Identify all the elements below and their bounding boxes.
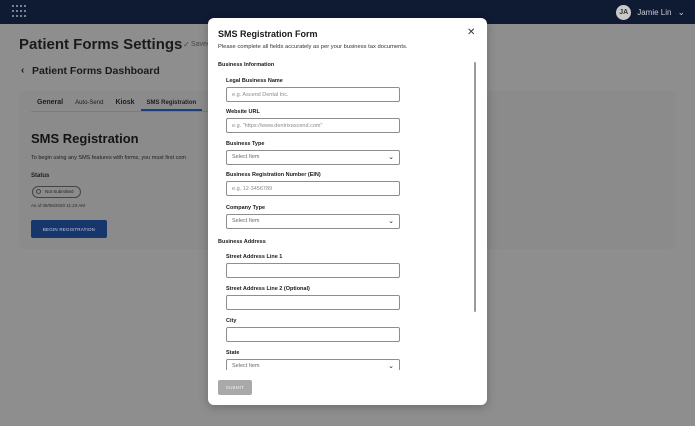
tab-auto-send[interactable]: Auto-Send bbox=[69, 97, 109, 111]
city-input[interactable] bbox=[226, 327, 400, 342]
website-input[interactable] bbox=[226, 118, 400, 133]
chevron-down-icon[interactable]: ⌄ bbox=[677, 7, 685, 18]
sms-description: To begin using any SMS features with for… bbox=[31, 155, 186, 161]
tab-kiosk[interactable]: Kiosk bbox=[109, 97, 140, 111]
street2-input[interactable] bbox=[226, 295, 400, 310]
begin-registration-button[interactable]: BEGIN REGISTRATION bbox=[31, 220, 107, 238]
company-type-value: Select Item bbox=[232, 218, 260, 224]
section-business-address: Business Address bbox=[218, 239, 266, 245]
business-type-value: Select Item bbox=[232, 154, 260, 160]
tab-sms-registration[interactable]: SMS Registration bbox=[140, 97, 203, 111]
sms-registration-title: SMS Registration bbox=[31, 131, 139, 146]
street1-label: Street Address Line 1 bbox=[226, 254, 283, 260]
avatar[interactable]: JA bbox=[616, 4, 632, 20]
street1-input[interactable] bbox=[226, 263, 400, 278]
chevron-down-icon: ⌄ bbox=[388, 218, 394, 225]
back-arrow-icon[interactable]: ‹ bbox=[21, 65, 24, 76]
legal-name-input[interactable] bbox=[226, 87, 400, 102]
city-label: City bbox=[226, 318, 237, 324]
state-label: State bbox=[226, 350, 240, 356]
tab-general[interactable]: General bbox=[31, 97, 69, 111]
state-value: Select Item bbox=[232, 363, 260, 369]
section-business-information: Business Information bbox=[218, 62, 275, 68]
website-label: Website URL bbox=[226, 109, 260, 115]
modal-subtitle: Please complete all fields accurately as… bbox=[218, 44, 408, 50]
ein-input[interactable] bbox=[226, 181, 400, 196]
company-type-label: Company Type bbox=[226, 205, 266, 211]
dashboard-link[interactable]: Patient Forms Dashboard bbox=[32, 65, 160, 77]
ein-label: Business Registration Number (EIN) bbox=[226, 172, 321, 178]
check-icon: ✓ bbox=[183, 40, 190, 49]
submit-button[interactable]: SUBMIT bbox=[218, 380, 252, 395]
user-menu[interactable]: JA Jamie Lin ⌄ bbox=[616, 4, 685, 20]
street2-label: Street Address Line 2 (Optional) bbox=[226, 286, 310, 292]
company-type-select[interactable]: Select Item ⌄ bbox=[226, 214, 400, 229]
modal-title: SMS Registration Form bbox=[218, 29, 318, 39]
state-select[interactable]: Select Item ⌄ bbox=[226, 359, 400, 370]
business-type-label: Business Type bbox=[226, 141, 265, 147]
business-type-select[interactable]: Select Item ⌄ bbox=[226, 150, 400, 165]
page-title: Patient Forms Settings bbox=[19, 36, 183, 53]
legal-name-label: Legal Business Name bbox=[226, 78, 283, 84]
status-value: Not Submitted bbox=[45, 189, 74, 194]
status-label: Status bbox=[31, 173, 50, 179]
user-name[interactable]: Jamie Lin bbox=[637, 8, 671, 17]
modal-form-scroll[interactable]: Business Information Legal Business Name… bbox=[208, 56, 487, 370]
tabs-divider bbox=[31, 111, 231, 112]
chevron-down-icon: ⌄ bbox=[388, 363, 394, 370]
app-grid-icon[interactable] bbox=[12, 5, 28, 19]
status-dot-icon bbox=[36, 189, 41, 194]
chevron-down-icon: ⌄ bbox=[388, 154, 394, 161]
close-icon[interactable]: ✕ bbox=[467, 27, 475, 38]
modal-scrollbar[interactable] bbox=[474, 62, 476, 312]
status-badge: Not Submitted bbox=[32, 186, 81, 198]
status-timestamp: As of 08/05/2020 11:23 AM bbox=[31, 203, 85, 208]
sms-registration-modal: SMS Registration Form ✕ Please complete … bbox=[208, 18, 487, 405]
